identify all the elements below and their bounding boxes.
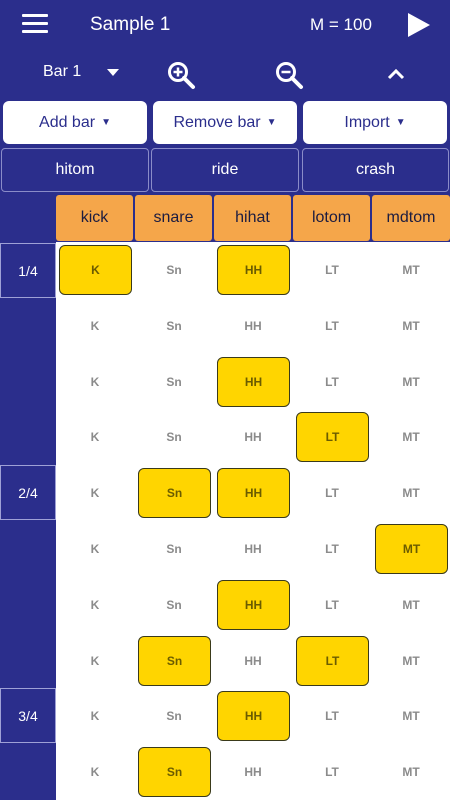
grid-cell-mdtom[interactable]: MT (372, 465, 450, 520)
grid-cell-hihat[interactable]: HH (214, 409, 292, 464)
instrument-button-crash[interactable]: crash (302, 148, 449, 192)
grid-cell-hihat[interactable]: HH (214, 633, 292, 688)
import-label: Import (344, 113, 390, 131)
grid-cell-hihat[interactable]: HH (214, 744, 292, 799)
grid-cell-hihat[interactable]: HH (217, 245, 290, 295)
grid-cell-kick[interactable]: K (56, 521, 134, 576)
zoom-out-icon[interactable] (274, 60, 304, 90)
column-header-lotom[interactable]: lotom (293, 195, 370, 241)
grid-cell-kick[interactable]: K (56, 633, 134, 688)
beat-label: 1/4 (0, 243, 56, 298)
grid-cell-lotom[interactable]: LT (296, 412, 369, 462)
grid-cell-mdtom[interactable]: MT (372, 688, 450, 743)
grid-cell-kick[interactable]: K (56, 577, 134, 632)
grid-cell-mdtom[interactable]: MT (372, 577, 450, 632)
import-button[interactable]: Import ▼ (303, 101, 447, 144)
grid-cell-hihat[interactable]: HH (217, 357, 290, 407)
grid-cell-snare[interactable]: Sn (135, 298, 213, 353)
remove-bar-button[interactable]: Remove bar ▼ (153, 101, 297, 144)
grid-cell-mdtom[interactable]: MT (372, 633, 450, 688)
grid-cell-hihat[interactable]: HH (214, 521, 292, 576)
grid-cell-lotom[interactable]: LT (293, 465, 371, 520)
grid-cell-lotom[interactable]: LT (293, 298, 371, 353)
instrument-button-ride[interactable]: ride (151, 148, 299, 192)
add-bar-label: Add bar (39, 113, 96, 131)
grid-cell-snare[interactable]: Sn (135, 354, 213, 409)
grid-cell-lotom[interactable]: LT (296, 636, 369, 686)
zoom-in-icon[interactable] (166, 60, 196, 90)
bar-selector-label: Bar 1 (43, 63, 82, 80)
grid-cell-snare[interactable]: Sn (138, 468, 211, 518)
step-grid: K Sn HH LT MT K Sn HH LT MT K Sn HH LT MT K Sn HH LT MT K Sn H… (56, 242, 450, 800)
grid-cell-mdtom[interactable]: MT (372, 744, 450, 799)
song-title: Sample 1 (90, 14, 171, 35)
grid-cell-mdtom[interactable]: MT (375, 524, 448, 574)
instrument-button-hitom[interactable]: hitom (1, 148, 149, 192)
column-header-mdtom[interactable]: mdtom (372, 195, 450, 241)
dropdown-triangle-icon: ▼ (101, 117, 111, 128)
grid-cell-snare[interactable]: Sn (138, 636, 211, 686)
beat-label: 2/4 (0, 465, 56, 520)
grid-cell-lotom[interactable]: LT (293, 577, 371, 632)
grid-cell-hihat[interactable]: HH (217, 691, 290, 741)
grid-cell-mdtom[interactable]: MT (372, 354, 450, 409)
add-bar-button[interactable]: Add bar ▼ (3, 101, 147, 144)
grid-cell-snare[interactable]: Sn (135, 688, 213, 743)
grid-cell-snare[interactable]: Sn (135, 577, 213, 632)
beat-label: 3/4 (0, 688, 56, 743)
app-bar: Sample 1 M = 100 (0, 0, 450, 50)
grid-cell-kick[interactable]: K (59, 245, 132, 295)
chevron-up-icon[interactable] (386, 66, 406, 82)
bar-selector[interactable]: Bar 1 (43, 63, 120, 81)
play-icon[interactable] (406, 11, 432, 39)
grid-cell-lotom[interactable]: LT (293, 744, 371, 799)
grid-cell-mdtom[interactable]: MT (372, 242, 450, 297)
grid-cell-snare[interactable]: Sn (135, 409, 213, 464)
grid-cell-kick[interactable]: K (56, 298, 134, 353)
tempo-label[interactable]: M = 100 (310, 15, 372, 35)
grid-cell-snare[interactable]: Sn (138, 747, 211, 797)
grid-cell-kick[interactable]: K (56, 744, 134, 799)
grid-cell-lotom[interactable]: LT (293, 354, 371, 409)
column-header-kick[interactable]: kick (56, 195, 133, 241)
grid-cell-hihat[interactable]: HH (217, 468, 290, 518)
column-header-hihat[interactable]: hihat (214, 195, 291, 241)
caret-down-icon (107, 68, 120, 76)
grid-cell-hihat[interactable]: HH (217, 580, 290, 630)
grid-cell-snare[interactable]: Sn (135, 242, 213, 297)
hamburger-menu-icon[interactable] (22, 14, 48, 36)
grid-cell-kick[interactable]: K (56, 354, 134, 409)
grid-cell-kick[interactable]: K (56, 688, 134, 743)
grid-cell-snare[interactable]: Sn (135, 521, 213, 576)
grid-cell-lotom[interactable]: LT (293, 688, 371, 743)
dropdown-triangle-icon: ▼ (395, 117, 406, 128)
grid-cell-kick[interactable]: K (56, 409, 134, 464)
grid-cell-kick[interactable]: K (56, 465, 134, 520)
column-header-snare[interactable]: snare (135, 195, 212, 241)
remove-bar-label: Remove bar (173, 113, 261, 131)
grid-cell-lotom[interactable]: LT (293, 242, 371, 297)
grid-cell-mdtom[interactable]: MT (372, 298, 450, 353)
grid-cell-mdtom[interactable]: MT (372, 409, 450, 464)
dropdown-triangle-icon: ▼ (266, 117, 277, 128)
grid-cell-hihat[interactable]: HH (214, 298, 292, 353)
grid-cell-lotom[interactable]: LT (293, 521, 371, 576)
